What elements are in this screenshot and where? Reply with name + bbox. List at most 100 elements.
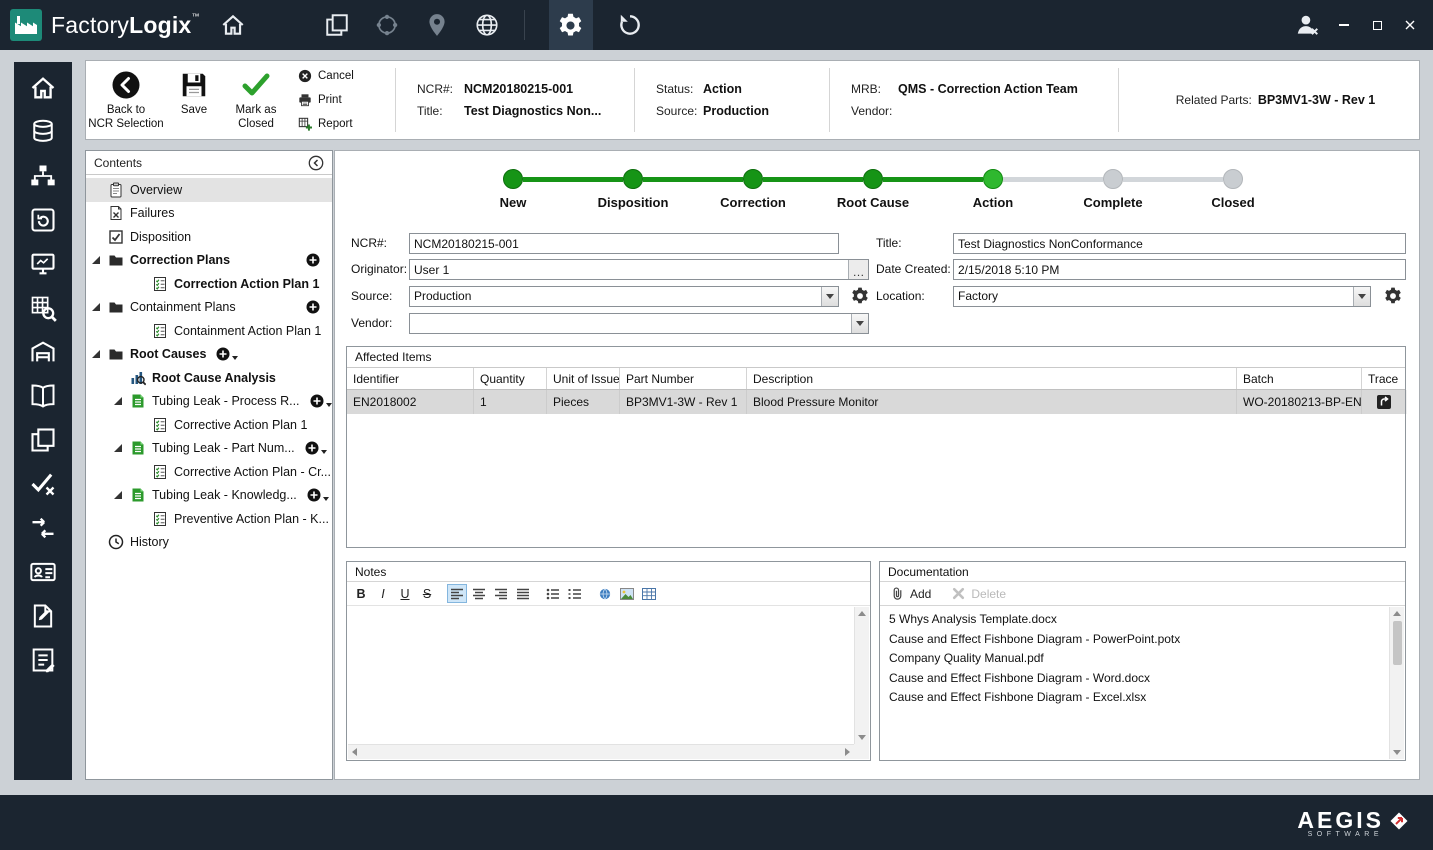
insert-table-button[interactable] [639, 584, 659, 603]
globe-icon[interactable] [474, 12, 500, 38]
tree-item-containment-action-plan-1[interactable]: Containment Action Plan 1 [86, 319, 332, 343]
tree-item-overview[interactable]: Overview [86, 178, 332, 202]
add-root-causes-button[interactable] [216, 347, 239, 361]
save-button[interactable]: Save [166, 61, 222, 139]
note-edit-icon[interactable] [29, 602, 57, 630]
nav-home-icon[interactable] [29, 74, 57, 102]
column-header-identifier[interactable]: Identifier [347, 368, 474, 389]
bold-button[interactable]: B [351, 584, 371, 603]
minimize-button[interactable] [1335, 16, 1353, 34]
scroll-left-icon[interactable] [352, 748, 357, 756]
add-tubing-leak-part-num-button[interactable] [305, 441, 327, 455]
tree-expander-icon[interactable] [92, 301, 108, 313]
notes-horizontal-scrollbar[interactable] [348, 744, 854, 759]
title-input[interactable] [954, 234, 1405, 253]
scroll-right-icon[interactable] [845, 748, 850, 756]
doc-file-item[interactable]: Cause and Effect Fishbone Diagram - Exce… [880, 688, 1405, 708]
insert-image-button[interactable] [617, 584, 637, 603]
add-containment-plans-button[interactable] [306, 300, 320, 314]
source-combo[interactable]: Production [409, 286, 839, 307]
align-center-button[interactable] [469, 584, 489, 603]
doc-file-item[interactable]: Company Quality Manual.pdf [880, 649, 1405, 669]
add-tubing-leak-process-r-button[interactable] [310, 394, 332, 408]
stepper-step-root-cause[interactable]: Root Cause [763, 169, 933, 210]
tree-expander-icon[interactable] [92, 254, 108, 266]
tree-expander-icon[interactable] [114, 442, 130, 454]
originator-input[interactable] [410, 260, 848, 279]
vendor-combo[interactable] [409, 313, 869, 334]
tree-item-root-causes[interactable]: Root Causes [86, 343, 332, 367]
back-to-ncr-selection-button[interactable]: Back to NCR Selection [86, 61, 166, 139]
tree-expander-icon[interactable] [114, 489, 130, 501]
home-icon[interactable] [220, 12, 246, 38]
collapse-all-icon[interactable] [308, 155, 324, 171]
tree-item-corrective-action-plan-cr[interactable]: Corrective Action Plan - Cr... [86, 460, 332, 484]
stepper-step-complete[interactable]: Complete [1003, 169, 1173, 210]
scroll-down-icon[interactable] [858, 735, 866, 740]
tree-item-containment-plans[interactable]: Containment Plans [86, 296, 332, 320]
scroll-up-icon[interactable] [1393, 611, 1401, 616]
column-header-part-number[interactable]: Part Number [620, 368, 747, 389]
tree-item-failures[interactable]: Failures [86, 202, 332, 226]
source-dropdown-button[interactable] [821, 287, 838, 306]
network-icon[interactable] [374, 12, 400, 38]
maximize-button[interactable] [1368, 16, 1386, 34]
align-right-button[interactable] [491, 584, 511, 603]
close-button[interactable] [1401, 16, 1419, 34]
warehouse-icon[interactable] [29, 338, 57, 366]
document-copy-icon[interactable] [29, 426, 57, 454]
hyperlink-globe-button[interactable] [595, 584, 615, 603]
id-card-icon[interactable] [29, 558, 57, 586]
tree-item-tubing-leak-knowledg[interactable]: Tubing Leak - Knowledg... [86, 484, 332, 508]
tree-item-root-cause-analysis[interactable]: Root Cause Analysis [86, 366, 332, 390]
tree-item-history[interactable]: History [86, 531, 332, 555]
stepper-step-correction[interactable]: Correction [643, 169, 813, 210]
scroll-up-icon[interactable] [858, 611, 866, 616]
quality-check-icon[interactable] [29, 470, 57, 498]
add-attachment-button[interactable]: Add [890, 586, 931, 601]
scrollbar-thumb[interactable] [1392, 621, 1402, 665]
align-left-button[interactable] [447, 584, 467, 603]
materials-database-icon[interactable] [29, 118, 57, 146]
tree-expander-icon[interactable] [114, 395, 130, 407]
tree-item-correction-action-plan-1[interactable]: Correction Action Plan 1 [86, 272, 332, 296]
column-header-unit-of-issue[interactable]: Unit of Issue [547, 368, 620, 389]
column-header-quantity[interactable]: Quantity [474, 368, 547, 389]
location-settings-gear-icon[interactable] [1384, 287, 1402, 305]
column-header-trace[interactable]: Trace [1362, 368, 1407, 389]
source-settings-gear-icon[interactable] [851, 287, 869, 305]
align-justify-button[interactable] [513, 584, 533, 603]
stepper-step-action[interactable]: Action [883, 169, 1053, 210]
stepper-step-disposition[interactable]: Disposition [523, 169, 693, 210]
cancel-button[interactable]: Cancel [298, 69, 374, 83]
user-logout-icon[interactable] [1294, 12, 1320, 38]
vendor-dropdown-button[interactable] [851, 314, 868, 333]
doc-file-item[interactable]: 5 Whys Analysis Template.docx [880, 610, 1405, 630]
trace-icon[interactable] [1376, 394, 1392, 410]
transfer-arrows-icon[interactable] [29, 514, 57, 542]
revision-control-icon[interactable] [29, 206, 57, 234]
mark-as-closed-button[interactable]: Mark as Closed [222, 61, 290, 139]
underline-button[interactable]: U [395, 584, 415, 603]
report-button[interactable]: Report [298, 117, 374, 131]
settings-gear-icon[interactable] [548, 0, 593, 50]
production-monitor-icon[interactable] [29, 250, 57, 278]
notes-vertical-scrollbar[interactable] [854, 607, 869, 744]
tree-expander-icon[interactable] [92, 348, 108, 360]
bullet-list-button[interactable] [543, 584, 563, 603]
tree-item-preventive-action-plan-k[interactable]: Preventive Action Plan - K... [86, 507, 332, 531]
tree-item-tubing-leak-process-r[interactable]: Tubing Leak - Process R... [86, 390, 332, 414]
documentation-book-icon[interactable] [29, 382, 57, 410]
tree-item-correction-plans[interactable]: Correction Plans [86, 249, 332, 273]
process-workflow-icon[interactable] [29, 162, 57, 190]
add-correction-plans-button[interactable] [306, 253, 320, 267]
ncr-number-input[interactable] [410, 234, 838, 253]
tree-item-disposition[interactable]: Disposition [86, 225, 332, 249]
doc-file-item[interactable]: Cause and Effect Fishbone Diagram - Powe… [880, 630, 1405, 650]
documents-icon[interactable] [324, 12, 350, 38]
add-tubing-leak-knowledg-button[interactable] [307, 488, 329, 502]
documentation-scrollbar[interactable] [1389, 607, 1404, 759]
print-button[interactable]: Print [298, 93, 374, 107]
strikethrough-button[interactable]: S [417, 584, 437, 603]
stepper-step-new[interactable]: New [453, 169, 573, 210]
